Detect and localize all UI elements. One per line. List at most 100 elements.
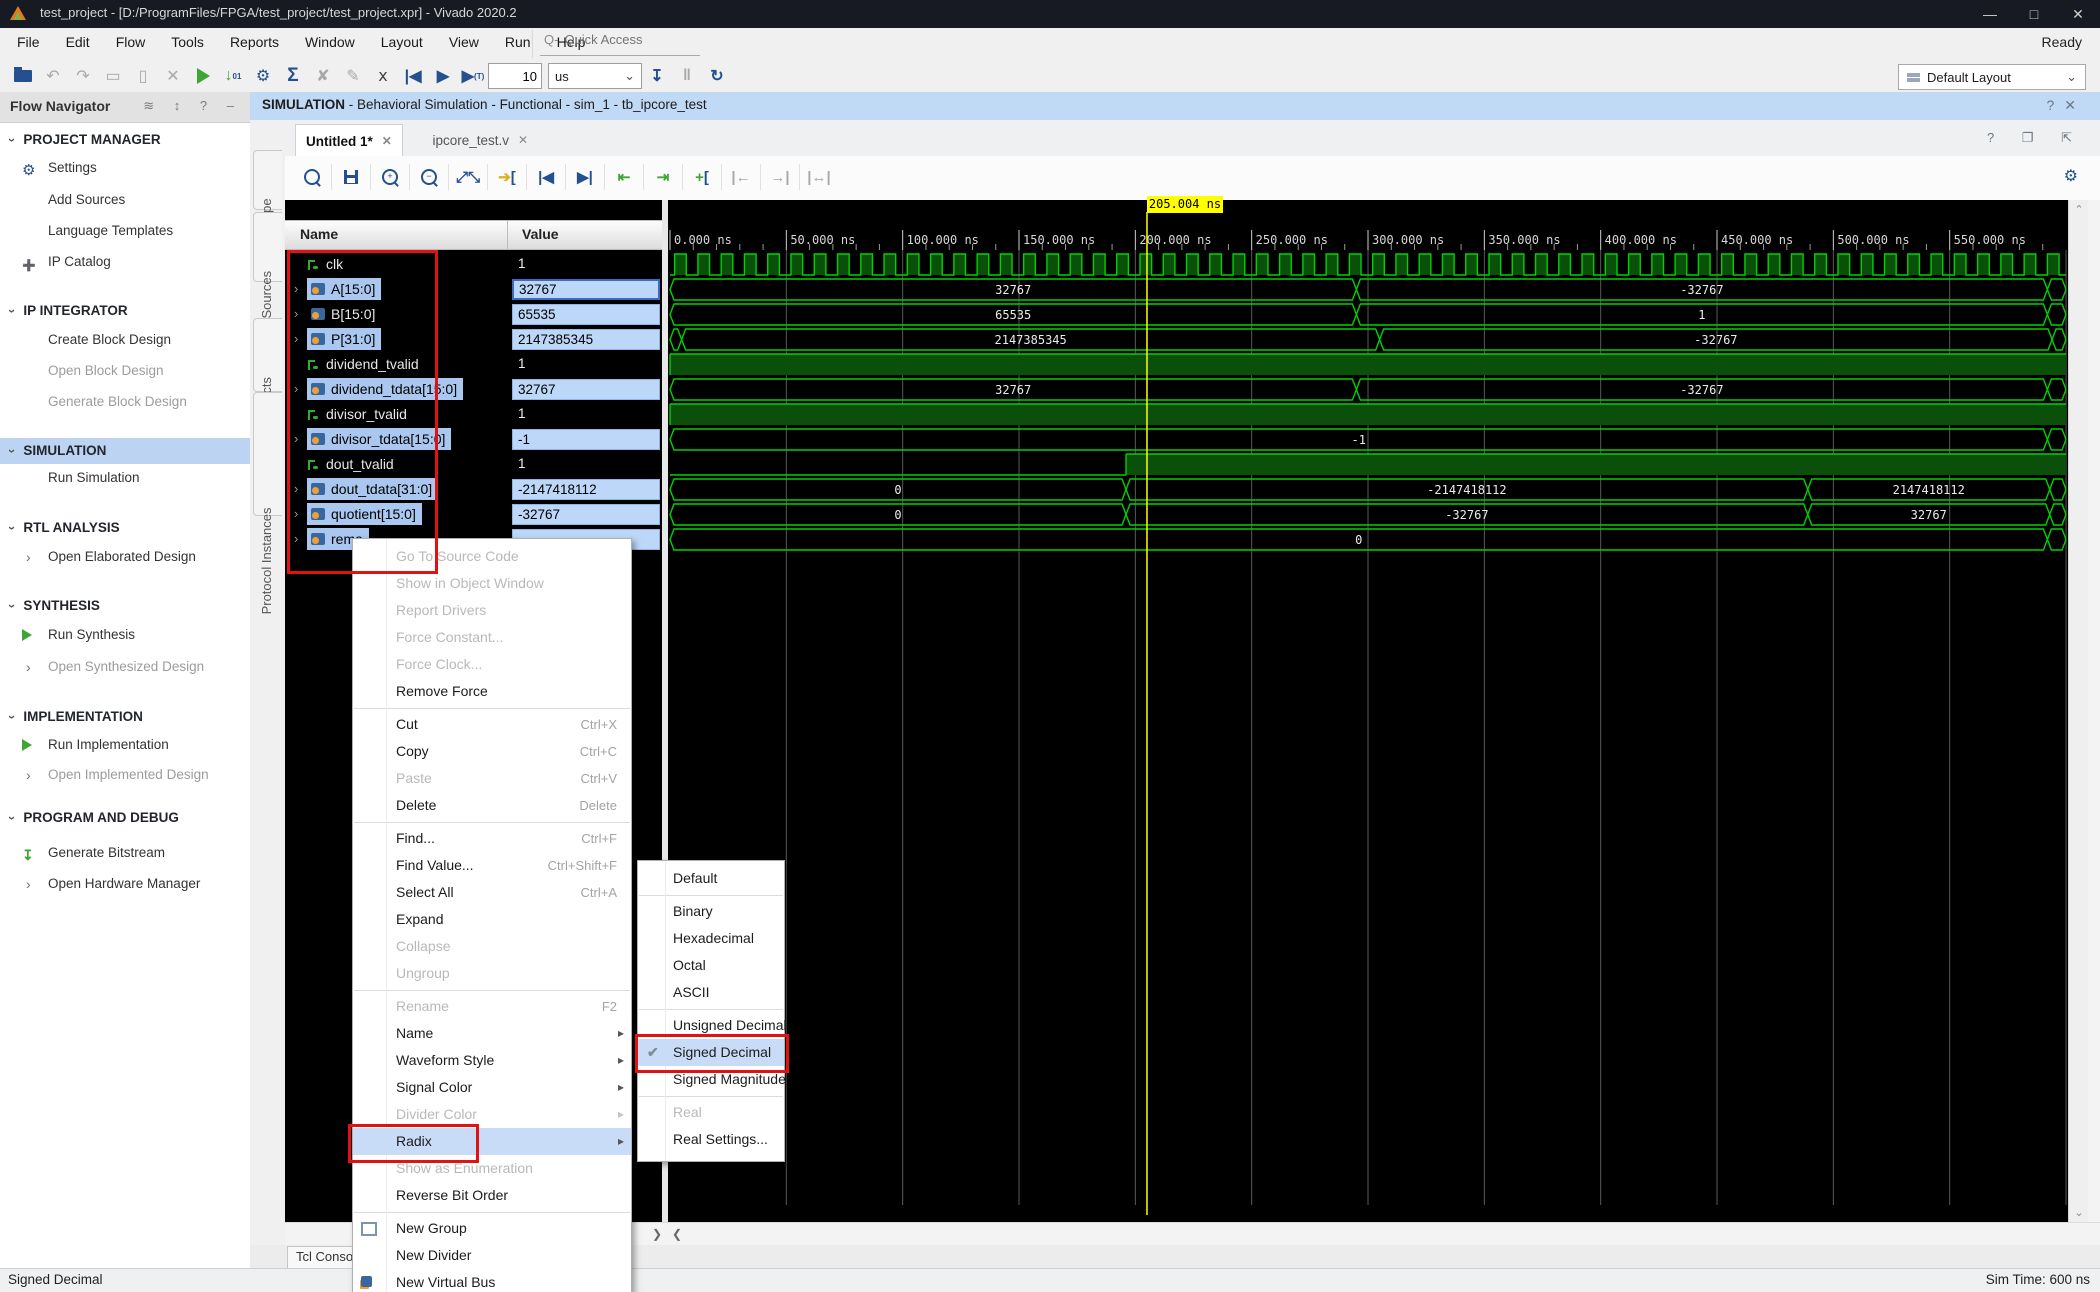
menu-file[interactable]: File [4, 28, 53, 56]
signal-row-value-divisor-tdata-15-0[interactable]: -1 [512, 429, 660, 450]
menu-item-force-clock[interactable]: Force Clock... [353, 651, 631, 678]
expand-chevron-icon[interactable]: › [294, 281, 298, 296]
copy-icon[interactable]: ▭ [98, 61, 128, 91]
menu-window[interactable]: Window [292, 28, 368, 56]
doc-tab-bar-icons[interactable]: ? ❐ ⇱ [1987, 130, 2084, 146]
expand-chevron-icon[interactable]: › [294, 431, 298, 446]
close-tab-icon[interactable]: ✕ [382, 134, 392, 148]
add-marker-icon[interactable]: +[ [685, 157, 719, 197]
flow-navigator-header-icons[interactable]: ≋ ↕ ? – [143, 98, 242, 114]
undo-icon[interactable]: ↶ [38, 61, 68, 91]
menu-flow[interactable]: Flow [103, 28, 159, 56]
menu-item-copy[interactable]: CopyCtrl+C [353, 738, 631, 765]
minimize-button[interactable]: — [1968, 0, 2012, 28]
expand-chevron-icon[interactable]: › [294, 481, 298, 496]
flow-section-rtl-analysis[interactable]: ›RTL ANALYSIS [0, 515, 250, 541]
signal-row-name-a-15-0[interactable]: ›A[15:0] [285, 277, 510, 302]
flow-section-simulation[interactable]: ›SIMULATION [0, 438, 250, 464]
relaunch-icon[interactable]: ↻ [702, 61, 732, 91]
menu-item-signed-magnitude[interactable]: Signed Magnitude [638, 1066, 784, 1093]
menu-view[interactable]: View [436, 28, 492, 56]
signal-row-name-divisor-tvalid[interactable]: divisor_tvalid [285, 402, 510, 427]
scroll-up-icon[interactable]: ⌃ [2069, 203, 2089, 216]
wave-vertical-scrollbar[interactable]: ⌃ ⌄ [2068, 200, 2089, 1222]
expand-chevron-icon[interactable]: › [294, 306, 298, 321]
help-icon[interactable]: ? [2046, 97, 2064, 113]
close-tab-icon[interactable]: ✕ [518, 133, 528, 147]
name-column-header[interactable]: Name [300, 226, 338, 242]
menu-run[interactable]: Run [492, 28, 544, 56]
flow-item-open-implemented-design[interactable]: ›Open Implemented Design [0, 762, 250, 788]
signal-row-name-dout-tdata-31-0[interactable]: ›dout_tdata[31:0] [285, 477, 510, 502]
run-flow-button[interactable] [188, 61, 218, 91]
signal-row-name-b-15-0[interactable]: ›B[15:0] [285, 302, 510, 327]
paste-icon[interactable]: ▯ [128, 61, 158, 91]
report-sum-icon[interactable]: Σ [278, 61, 308, 91]
swap-left-icon[interactable]: |← [724, 157, 758, 197]
menu-item-ascii[interactable]: ASCII [638, 979, 784, 1006]
menu-item-paste[interactable]: PasteCtrl+V [353, 765, 631, 792]
flow-section-project-manager[interactable]: ›PROJECT MANAGER [0, 127, 250, 153]
menu-layout[interactable]: Layout [368, 28, 436, 56]
sim-unit-select[interactable]: us⌄ [548, 63, 642, 89]
go-to-time-icon[interactable]: ➔[ [490, 157, 524, 197]
menu-tools[interactable]: Tools [158, 28, 217, 56]
menu-item-name[interactable]: Name▸ [353, 1020, 631, 1047]
signal-row-value-quotient-15-0[interactable]: -32767 [512, 504, 660, 525]
tab-protocol-instances[interactable]: Protocol Instances [253, 392, 282, 516]
flow-item-open-hardware-manager[interactable]: ›Open Hardware Manager [0, 871, 250, 897]
tab-scope[interactable]: Scope [253, 150, 282, 210]
menu-item-new-group[interactable]: New Group [353, 1215, 631, 1242]
menu-item-real[interactable]: Real [638, 1099, 784, 1126]
step-icon[interactable]: ↧ [642, 61, 672, 91]
menu-item-hexadecimal[interactable]: Hexadecimal [638, 925, 784, 952]
signal-row-name-clk[interactable]: clk [285, 252, 510, 277]
flow-section-ip-integrator[interactable]: ›IP INTEGRATOR [0, 298, 250, 324]
open-recent-icon[interactable] [8, 61, 38, 91]
menu-item-find-value[interactable]: Find Value...Ctrl+Shift+F [353, 852, 631, 879]
cancel-icon[interactable]: ✘ [308, 61, 338, 91]
menu-item-cut[interactable]: CutCtrl+X [353, 711, 631, 738]
flow-item-ip-catalog[interactable]: ➕IP Catalog [0, 249, 250, 275]
flow-item-create-block-design[interactable]: Create Block Design [0, 327, 250, 353]
flow-item-add-sources[interactable]: Add Sources [0, 187, 250, 213]
flow-item-generate-block-design[interactable]: Generate Block Design [0, 389, 250, 415]
menu-item-remove-force[interactable]: Remove Force [353, 678, 631, 705]
run-for-time-icon[interactable]: ▶(T) [458, 61, 488, 91]
flow-item-run-implementation[interactable]: Run Implementation [0, 732, 250, 758]
settings-gear-icon[interactable]: ⚙ [248, 61, 278, 91]
measure-icon[interactable]: |↔| [802, 157, 836, 197]
wave-search-icon[interactable] [295, 157, 329, 197]
menu-item-divider-color[interactable]: Divider Color▸ [353, 1101, 631, 1128]
expand-chevron-icon[interactable]: › [294, 531, 298, 546]
next-transition-icon[interactable]: ▶| [568, 157, 602, 197]
signal-row-name-quotient-15-0[interactable]: ›quotient[15:0] [285, 502, 510, 527]
close-button[interactable]: ✕ [2056, 0, 2100, 28]
delete-icon[interactable]: ✕ [158, 61, 188, 91]
menu-item-signal-color[interactable]: Signal Color▸ [353, 1074, 631, 1101]
menu-item-reverse-bit-order[interactable]: Reverse Bit Order [353, 1182, 631, 1209]
menu-item-force-constant[interactable]: Force Constant... [353, 624, 631, 651]
zoom-out-icon[interactable]: − [412, 157, 446, 197]
generate-bitstream-icon[interactable]: ↓01 [218, 61, 248, 91]
menu-item-show-in-object-window[interactable]: Show in Object Window [353, 570, 631, 597]
tab-untitled-1[interactable]: Untitled 1*✕ [295, 124, 403, 157]
menu-item-go-to-source-code[interactable]: Go To Source Code [353, 543, 631, 570]
scroll-right-icon[interactable]: ❯ [652, 1227, 662, 1241]
previous-edge-icon[interactable]: ⇤ [607, 157, 641, 197]
previous-transition-icon[interactable]: |◀ [529, 157, 563, 197]
signal-row-value-a-15-0[interactable]: 32767 [512, 279, 660, 300]
expand-chevron-icon[interactable]: › [294, 506, 298, 521]
zoom-in-icon[interactable]: + [373, 157, 407, 197]
signal-row-name-dout-tvalid[interactable]: dout_tvalid [285, 452, 510, 477]
menu-item-radix[interactable]: Radix▸ [353, 1128, 631, 1155]
menu-reports[interactable]: Reports [217, 28, 292, 56]
menu-item-real-settings[interactable]: Real Settings... [638, 1126, 784, 1153]
close-panel-icon[interactable]: ✕ [2064, 97, 2086, 113]
signal-row-value-dividend-tvalid[interactable]: 1 [512, 354, 660, 375]
menu-item-ungroup[interactable]: Ungroup [353, 960, 631, 987]
menu-item-select-all[interactable]: Select AllCtrl+A [353, 879, 631, 906]
wave-settings-gear-icon[interactable]: ⚙ [2064, 166, 2078, 186]
signal-row-value-dividend-tdata-15-0[interactable]: 32767 [512, 379, 660, 400]
restart-sim-icon[interactable]: |◀ [398, 61, 428, 91]
